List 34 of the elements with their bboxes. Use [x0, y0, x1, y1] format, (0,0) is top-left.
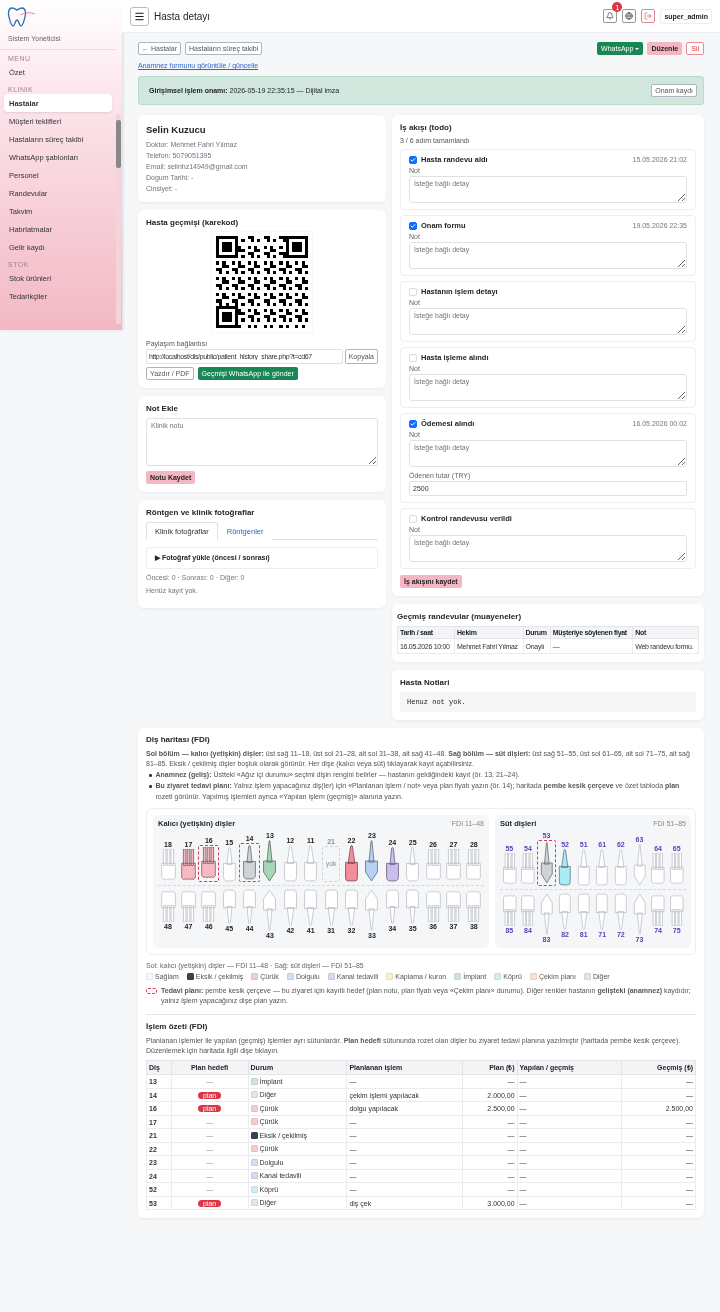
card-title: İş akışı (todo): [400, 123, 453, 132]
language-button[interactable]: [622, 9, 637, 23]
tooth[interactable]: [343, 844, 360, 882]
menu-button[interactable]: [130, 6, 149, 26]
logout-icon: [644, 12, 653, 20]
card-title: Hasta Notlari: [400, 678, 451, 687]
patient-name: Selin Kuzucu: [146, 124, 207, 135]
card-title: İşlem özeti (FDI): [146, 1022, 209, 1031]
checkbox[interactable]: [409, 155, 417, 164]
notifications-button[interactable]: [603, 9, 618, 23]
card-title: Hasta geçmişi (karekod): [146, 218, 240, 227]
card-title: Not Ekle: [146, 404, 179, 413]
tooth[interactable]: [363, 839, 381, 882]
checkbox[interactable]: [409, 221, 417, 230]
scrollbar[interactable]: [116, 114, 121, 324]
card-title: Diş haritası (FDI): [146, 735, 211, 744]
plan-frame-icon: [146, 987, 157, 994]
logout-button[interactable]: [641, 9, 656, 23]
checkbox[interactable]: [409, 419, 417, 428]
tooth[interactable]: [261, 839, 279, 882]
bullet-icon: [149, 785, 152, 788]
scrollbar-thumb[interactable]: [116, 120, 121, 168]
bell-icon: [606, 12, 615, 20]
tooth[interactable]: [179, 848, 197, 882]
menu-icon: [134, 10, 145, 22]
tooth-logo-icon: [6, 5, 36, 29]
tooth[interactable]: [383, 846, 401, 882]
tooth[interactable]: [557, 848, 573, 886]
bullet-icon: [149, 774, 152, 777]
card-title: Röntgen ve klinik fotoğraflar: [146, 508, 256, 517]
caret-icon: [635, 47, 640, 50]
globe-icon: [625, 12, 634, 20]
card-title: Geçmiş randevular (muayeneler): [397, 612, 523, 621]
page-title: Hasta detayı: [154, 10, 212, 22]
